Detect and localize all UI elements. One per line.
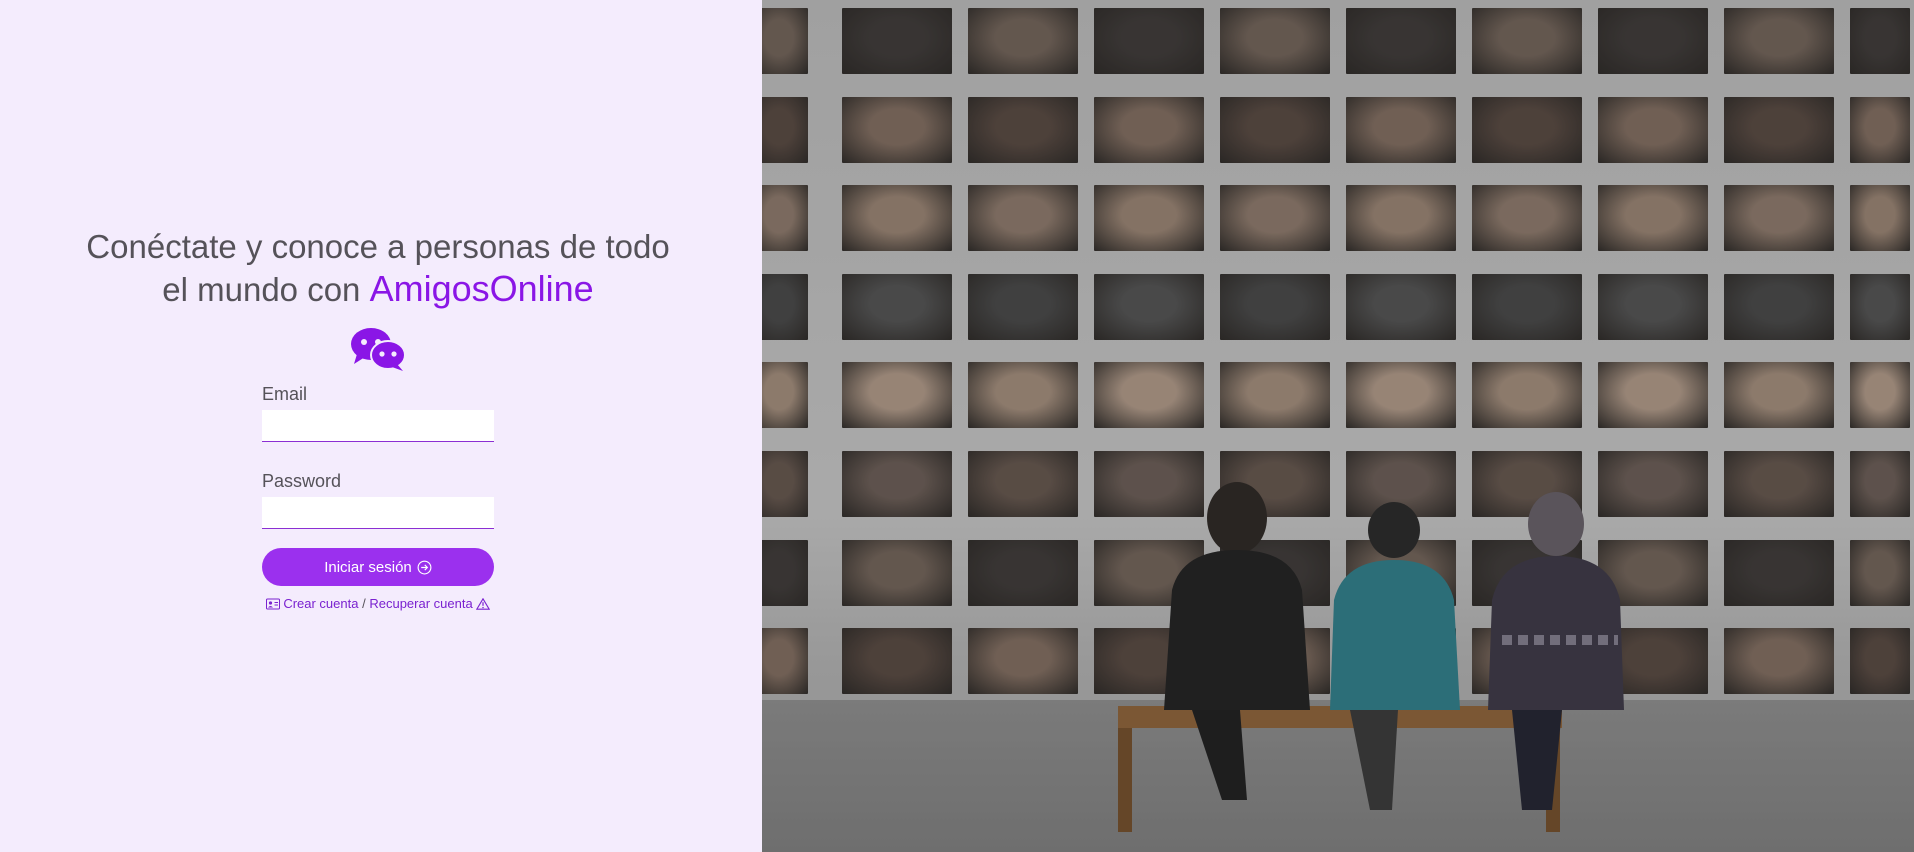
wechat-logo-icon xyxy=(351,328,406,371)
arrow-circle-right-icon xyxy=(417,560,432,574)
id-card-icon xyxy=(265,598,280,610)
login-form: Email Password Iniciar sesión Crear cuen… xyxy=(262,384,494,611)
headline-prefix: el mundo con xyxy=(162,271,361,308)
login-panel: Conéctate y conoce a personas de todo el… xyxy=(0,0,762,852)
headline-line-1: Conéctate y conoce a personas de todo xyxy=(86,228,670,265)
page-headline: Conéctate y conoce a personas de todo el… xyxy=(0,226,756,311)
login-page: Conéctate y conoce a personas de todo el… xyxy=(0,0,1914,852)
warning-triangle-icon xyxy=(476,597,491,610)
email-field[interactable] xyxy=(262,410,494,442)
email-label: Email xyxy=(262,384,308,404)
brand-name: AmigosOnline xyxy=(369,268,594,309)
login-button-label: Iniciar sesión xyxy=(324,558,412,576)
password-field[interactable] xyxy=(262,497,494,529)
headline-line-2: el mundo con AmigosOnline xyxy=(0,268,756,311)
hero-image xyxy=(762,0,1914,852)
links-separator: / xyxy=(362,596,366,611)
create-account-link[interactable]: Crear cuenta xyxy=(283,596,358,611)
password-label: Password xyxy=(262,471,342,491)
login-button[interactable]: Iniciar sesión xyxy=(262,548,494,586)
password-group: Password xyxy=(262,471,494,529)
recover-account-link[interactable]: Recuperar cuenta xyxy=(369,596,472,611)
image-dim-overlay xyxy=(762,0,1914,852)
account-links: Crear cuenta / Recuperar cuenta xyxy=(262,596,494,611)
